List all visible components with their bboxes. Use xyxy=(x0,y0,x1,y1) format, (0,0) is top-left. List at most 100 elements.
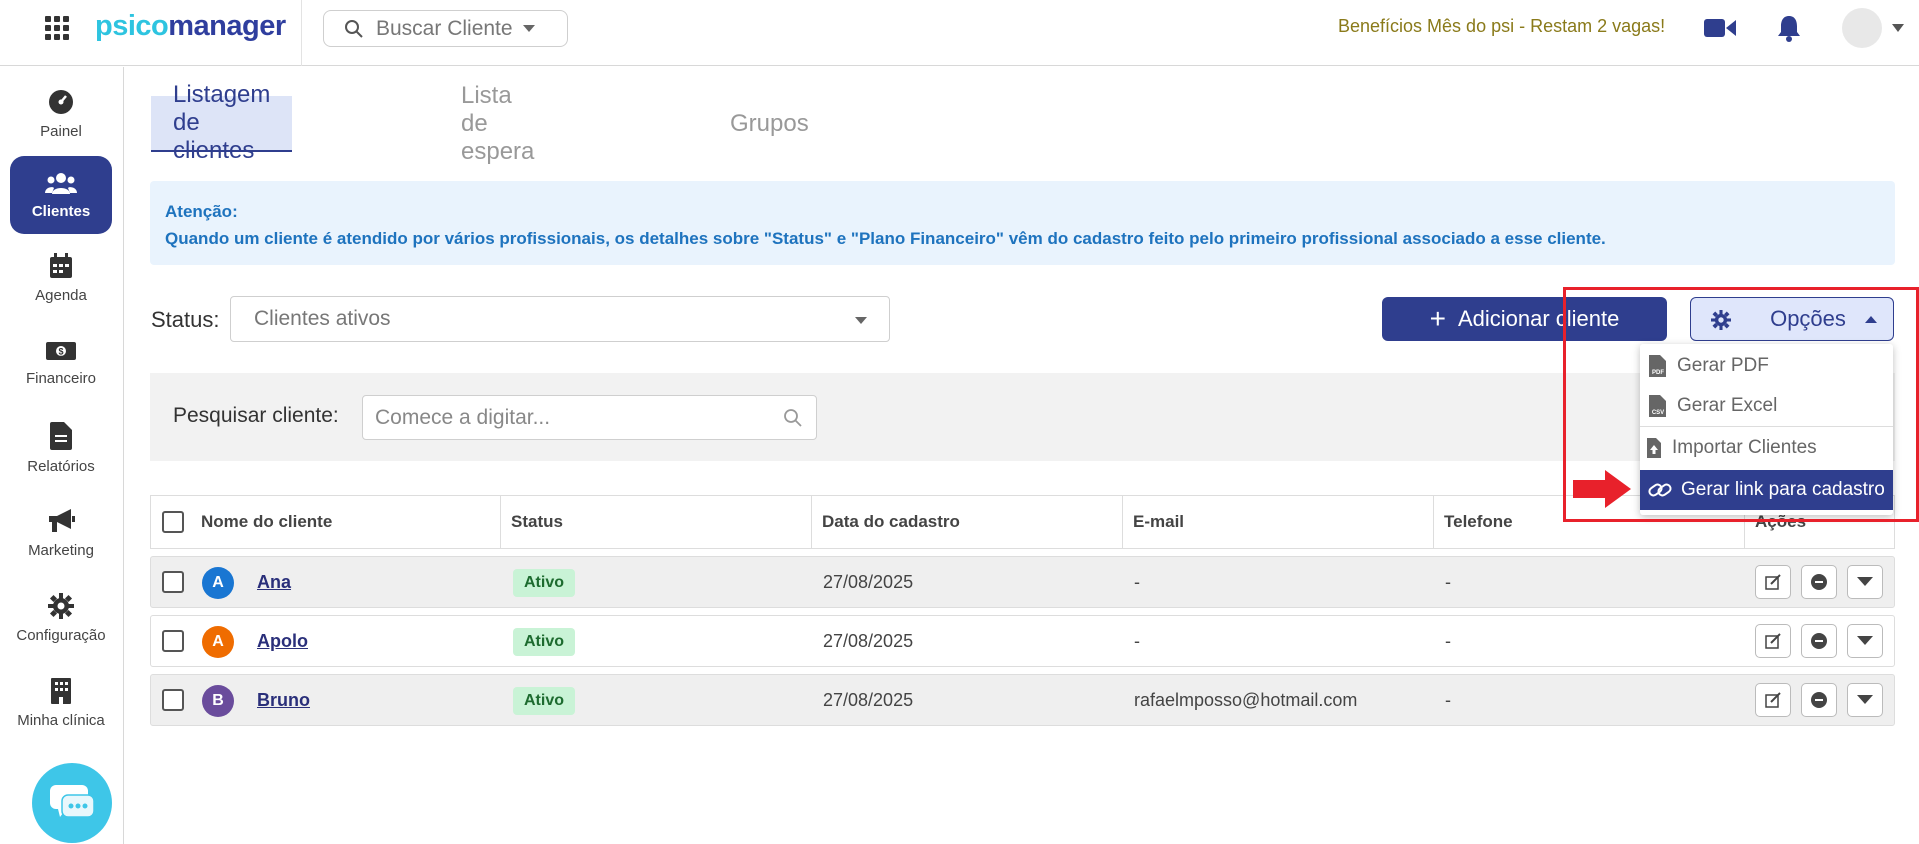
client-name-link[interactable]: Ana xyxy=(257,557,291,607)
sidebar-item-label: Configuração xyxy=(16,626,106,644)
sidebar-item-label: Agenda xyxy=(35,286,87,304)
sidebar-item-minha-clinica[interactable]: Minha clínica xyxy=(10,664,112,742)
search-client-input[interactable]: Comece a digitar... xyxy=(362,395,817,440)
sidebar-item-label: Painel xyxy=(40,122,82,140)
video-camera-icon[interactable] xyxy=(1704,17,1736,39)
expand-button[interactable] xyxy=(1847,565,1883,599)
registration-date: 27/08/2025 xyxy=(823,630,914,651)
status-badge: Ativo xyxy=(513,687,575,715)
client-avatar: A xyxy=(202,626,234,658)
chat-icon xyxy=(50,785,95,818)
chevron-down-icon xyxy=(522,25,535,32)
row-checkbox[interactable] xyxy=(162,630,184,652)
sidebar-item-marketing[interactable]: Marketing xyxy=(10,494,112,572)
client-name-link[interactable]: Apolo xyxy=(257,616,308,666)
client-avatar: A xyxy=(202,567,234,599)
deactivate-button[interactable] xyxy=(1801,565,1837,599)
tab-lista-de-espera[interactable]: Lista de espera xyxy=(461,82,534,165)
client-name-link[interactable]: Bruno xyxy=(257,675,310,725)
chevron-down-icon xyxy=(1857,695,1873,704)
registration-date: 27/08/2025 xyxy=(823,571,914,592)
tab-listagem-de-clientes[interactable]: Listagem de clientes xyxy=(151,81,293,164)
column-header-name[interactable]: Nome do cliente xyxy=(191,496,501,548)
bell-icon[interactable] xyxy=(1776,14,1802,42)
search-client-label: Buscar Cliente xyxy=(376,16,513,40)
chevron-down-icon xyxy=(855,317,867,324)
sidebar-item-agenda[interactable]: Agenda xyxy=(10,239,112,317)
alert-title: Atenção: xyxy=(165,202,238,221)
search-icon xyxy=(784,409,802,427)
client-email: - xyxy=(1134,630,1140,651)
row-checkbox[interactable] xyxy=(162,689,184,711)
sidebar-item-relatorios[interactable]: Relatórios xyxy=(10,409,112,487)
status-badge: Ativo xyxy=(513,569,575,597)
sidebar-item-label: Minha clínica xyxy=(17,711,105,729)
building-icon xyxy=(51,677,71,704)
client-phone: - xyxy=(1445,630,1451,651)
row-checkbox[interactable] xyxy=(162,571,184,593)
chevron-down-icon xyxy=(1857,636,1873,645)
calendar-icon xyxy=(50,252,72,278)
promo-link[interactable]: Benefícios Mês do psi - Restam 2 vagas! xyxy=(1338,16,1665,37)
client-email: rafaelmposso@hotmail.com xyxy=(1134,689,1358,710)
plus-icon: + xyxy=(1429,303,1446,334)
sidebar-item-label: Marketing xyxy=(28,541,94,559)
edit-icon xyxy=(1765,692,1781,708)
sidebar-item-label: Financeiro xyxy=(25,369,97,387)
svg-text:$: $ xyxy=(58,346,63,356)
client-avatar: B xyxy=(202,685,234,717)
red-arrow-icon xyxy=(1573,470,1631,508)
deactivate-button[interactable] xyxy=(1801,683,1837,717)
edit-button[interactable] xyxy=(1755,683,1791,717)
status-select[interactable]: Clientes ativos xyxy=(230,296,890,342)
status-label: Status: xyxy=(151,307,220,332)
column-header-date[interactable]: Data do cadastro xyxy=(812,496,1123,548)
chevron-down-icon[interactable] xyxy=(1892,24,1904,32)
sidebar-item-financeiro[interactable]: $ Financeiro xyxy=(10,324,112,402)
minus-circle-icon xyxy=(1811,574,1827,590)
money-icon: $ xyxy=(46,341,76,360)
sidebar-item-painel[interactable]: Painel xyxy=(10,75,112,153)
column-header-email[interactable]: E-mail xyxy=(1123,496,1434,548)
expand-button[interactable] xyxy=(1847,683,1883,717)
minus-circle-icon xyxy=(1811,633,1827,649)
client-phone: - xyxy=(1445,571,1451,592)
edit-button[interactable] xyxy=(1755,624,1791,658)
report-icon xyxy=(50,421,72,450)
edit-button[interactable] xyxy=(1755,565,1791,599)
client-email: - xyxy=(1134,571,1140,592)
users-icon xyxy=(45,172,77,194)
search-client-dropdown[interactable]: Buscar Cliente xyxy=(323,10,568,47)
edit-icon xyxy=(1765,574,1781,590)
sidebar-item-label: Relatórios xyxy=(27,457,95,475)
alert-message: Quando um cliente é atendido por vários … xyxy=(165,229,1606,248)
search-icon xyxy=(345,19,363,38)
minus-circle-icon xyxy=(1811,692,1827,708)
search-placeholder: Comece a digitar... xyxy=(375,405,551,429)
clients-table: Nome do cliente Status Data do cadastro … xyxy=(150,495,1895,726)
status-select-value: Clientes ativos xyxy=(254,307,391,330)
edit-icon xyxy=(1765,633,1781,649)
app-logo[interactable]: psicomanager xyxy=(95,10,286,43)
column-header-status[interactable]: Status xyxy=(501,496,812,548)
search-client-label: Pesquisar cliente: xyxy=(173,404,339,427)
megaphone-icon xyxy=(49,508,75,532)
deactivate-button[interactable] xyxy=(1801,624,1837,658)
divider xyxy=(301,0,302,66)
expand-button[interactable] xyxy=(1847,624,1883,658)
registration-date: 27/08/2025 xyxy=(823,689,914,710)
table-row: A Apolo Ativo 27/08/2025 - - xyxy=(150,615,1895,667)
gear-icon xyxy=(48,592,74,619)
select-all-checkbox[interactable] xyxy=(162,511,184,533)
chevron-down-icon xyxy=(1857,577,1873,586)
chat-support-button[interactable] xyxy=(32,763,112,843)
sidebar-item-label: Clientes xyxy=(31,202,91,220)
sidebar-item-clientes[interactable]: Clientes xyxy=(10,156,112,234)
status-badge: Ativo xyxy=(513,628,575,656)
sidebar-item-configuracao[interactable]: Configuração xyxy=(10,579,112,657)
tab-grupos[interactable]: Grupos xyxy=(730,96,809,152)
attention-alert: Atenção: Quando um cliente é atendido po… xyxy=(150,181,1895,265)
apps-grid-icon[interactable] xyxy=(45,16,69,40)
user-avatar[interactable] xyxy=(1842,8,1882,48)
client-phone: - xyxy=(1445,689,1451,710)
